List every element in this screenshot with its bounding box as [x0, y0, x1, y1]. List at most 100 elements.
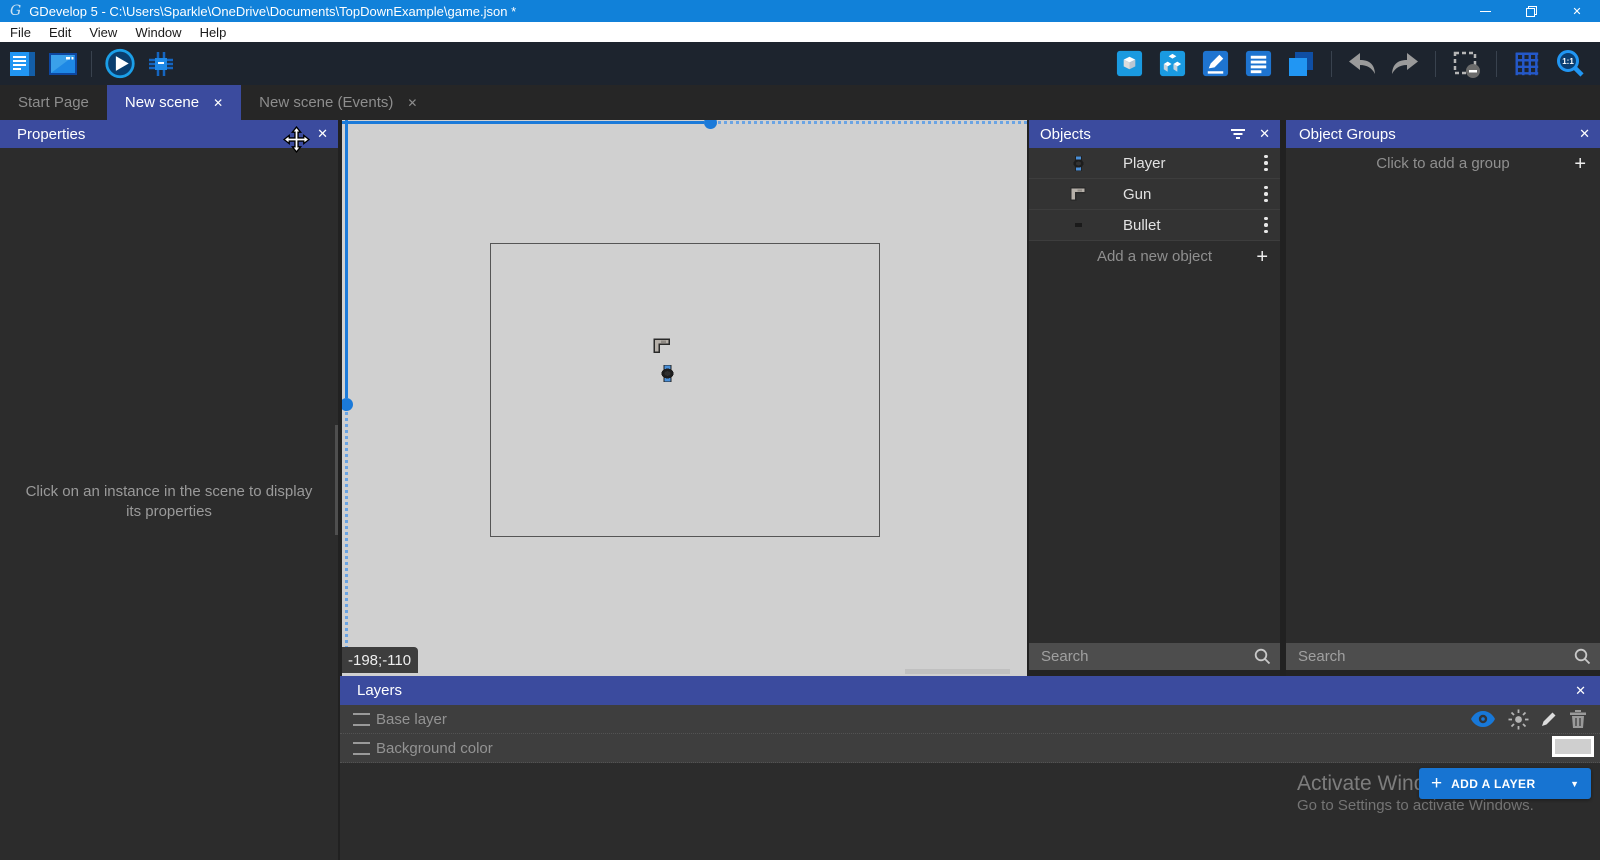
layers-panel-title: Layers	[357, 682, 402, 699]
tab-start-page[interactable]: Start Page	[0, 85, 107, 120]
object-menu-button[interactable]	[1264, 186, 1268, 203]
close-icon[interactable]: ✕	[1579, 126, 1590, 142]
effects-icon	[1508, 709, 1529, 730]
gun-instance[interactable]	[653, 338, 670, 353]
start-page-button[interactable]	[47, 47, 79, 81]
preview-button[interactable]	[104, 47, 136, 81]
panel-resize-line-horizontal-dashed	[718, 121, 1027, 124]
layer-name: Base layer	[376, 711, 447, 728]
toggle-instances-list-button[interactable]	[1242, 47, 1274, 81]
plus-icon: +	[1256, 247, 1268, 267]
gdevelop-logo-icon: G	[10, 4, 21, 18]
add-object-label: Add a new object	[1097, 248, 1212, 265]
objects-panel: Objects ✕ Player Gun Bullet	[1029, 120, 1280, 676]
object-row-player[interactable]: Player	[1029, 148, 1280, 179]
tab-new-scene[interactable]: New scene ✕	[107, 85, 241, 120]
gdevelop-window: G GDevelop 5 - C:\Users\Sparkle\OneDrive…	[0, 0, 1600, 860]
player-instance[interactable]	[661, 365, 674, 382]
menu-file[interactable]: File	[0, 22, 40, 42]
tab-close-icon[interactable]: ✕	[213, 96, 223, 110]
zoom-original-button[interactable]: 1:1	[1554, 47, 1586, 81]
drag-handle-icon[interactable]	[353, 742, 370, 755]
tab-label: Start Page	[18, 94, 89, 111]
canvas-horizontal-scrollbar[interactable]	[905, 669, 1010, 674]
debug-button[interactable]	[145, 47, 177, 81]
menu-edit[interactable]: Edit	[40, 22, 80, 42]
deselect-button[interactable]	[1450, 47, 1482, 81]
layer-row-background-color[interactable]: Background color	[340, 734, 1600, 763]
layer-row-base[interactable]: Base layer	[340, 705, 1600, 734]
menu-help[interactable]: Help	[191, 22, 236, 42]
objects-panel-header: Objects ✕	[1029, 120, 1280, 148]
panel-resize-line-vertical-dashed	[345, 412, 348, 676]
object-name: Bullet	[1123, 217, 1161, 234]
object-name: Gun	[1123, 186, 1151, 203]
object-menu-button[interactable]	[1264, 217, 1268, 234]
close-icon[interactable]: ✕	[1259, 126, 1270, 142]
object-groups-panel-header: Object Groups ✕	[1286, 120, 1600, 148]
play-icon	[104, 46, 136, 81]
player-object-icon	[1067, 156, 1089, 171]
mouse-cursor-move-icon	[283, 126, 310, 153]
panel-resize-line-vertical[interactable]	[345, 120, 348, 398]
restore-icon	[1526, 6, 1537, 17]
add-group-label: Click to add a group	[1376, 155, 1509, 172]
title-bar: G GDevelop 5 - C:\Users\Sparkle\OneDrive…	[0, 0, 1600, 22]
scrollbar-thumb[interactable]	[335, 425, 338, 535]
undo-button[interactable]	[1346, 47, 1378, 81]
filter-icon[interactable]	[1230, 128, 1246, 140]
game-window-bounds	[490, 243, 880, 537]
background-color-swatch[interactable]	[1552, 736, 1594, 757]
close-button[interactable]: ✕	[1554, 0, 1600, 22]
layer-effects-button[interactable]	[1508, 709, 1529, 730]
toggle-grid-button[interactable]	[1511, 47, 1543, 81]
object-groups-search	[1286, 643, 1600, 670]
add-layer-button[interactable]: + ADD A LAYER ▼	[1419, 768, 1591, 799]
panel-resize-handle-top[interactable]	[704, 120, 717, 129]
project-manager-button[interactable]	[6, 47, 38, 81]
panel-resize-handle-left[interactable]	[342, 398, 353, 411]
menu-bar: File Edit View Window Help	[0, 22, 1600, 42]
scene-canvas[interactable]: -198;-110	[342, 120, 1027, 676]
pencil-icon	[1540, 710, 1558, 728]
restore-button[interactable]	[1508, 0, 1554, 22]
close-icon[interactable]: ✕	[1575, 683, 1586, 699]
zoom-1-1-icon: 1:1	[1555, 49, 1585, 79]
toggle-object-groups-panel-button[interactable]	[1156, 47, 1188, 81]
add-group-button[interactable]: Click to add a group +	[1286, 148, 1600, 179]
plus-icon: +	[1431, 774, 1442, 793]
tab-label: New scene (Events)	[259, 94, 393, 111]
layer-visibility-button[interactable]	[1471, 711, 1495, 727]
toggle-properties-panel-button[interactable]	[1199, 47, 1231, 81]
panel-resize-line-horizontal[interactable]	[342, 121, 704, 124]
search-icon	[1254, 648, 1271, 665]
tab-close-icon[interactable]: ✕	[407, 96, 417, 110]
menu-window[interactable]: Window	[126, 22, 190, 42]
menu-view[interactable]: View	[80, 22, 126, 42]
drag-handle-icon[interactable]	[353, 713, 370, 726]
add-object-button[interactable]: Add a new object +	[1029, 241, 1280, 272]
object-menu-button[interactable]	[1264, 155, 1268, 172]
minimize-button[interactable]	[1462, 0, 1508, 22]
object-row-gun[interactable]: Gun	[1029, 179, 1280, 210]
toggle-layers-panel-button[interactable]	[1285, 47, 1317, 81]
svg-text:1:1: 1:1	[1562, 57, 1574, 66]
add-layer-label: ADD A LAYER	[1451, 777, 1535, 791]
watermark-line2: Go to Settings to activate Windows.	[1297, 797, 1534, 814]
object-row-bullet[interactable]: Bullet	[1029, 210, 1280, 241]
object-groups-search-input[interactable]	[1286, 643, 1600, 670]
layer-delete-button[interactable]	[1570, 710, 1586, 728]
layers-panel: Layers ✕ Base layer	[340, 676, 1600, 860]
properties-panel-title: Properties	[17, 126, 85, 143]
close-icon[interactable]: ✕	[317, 126, 328, 142]
instances-list-icon	[1244, 49, 1273, 78]
caret-down-icon[interactable]: ▼	[1570, 779, 1579, 789]
tab-new-scene-events[interactable]: New scene (Events) ✕	[241, 85, 435, 120]
objects-search-input[interactable]	[1029, 643, 1280, 670]
layer-edit-button[interactable]	[1540, 710, 1558, 728]
toggle-objects-panel-button[interactable]	[1113, 47, 1145, 81]
layers-panel-icon	[1286, 49, 1316, 79]
minimize-icon	[1480, 11, 1491, 12]
toolbar-separator	[91, 51, 92, 77]
redo-button[interactable]	[1389, 47, 1421, 81]
